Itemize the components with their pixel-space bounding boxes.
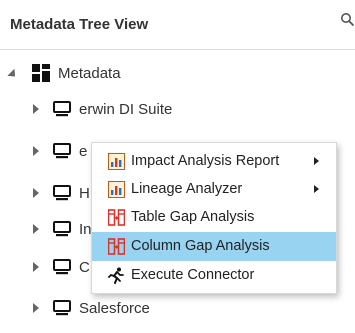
tree-node-label: Metadata xyxy=(58,64,121,82)
panel-header: Metadata Tree View xyxy=(0,0,355,50)
tree-node-label: Salesforce xyxy=(79,299,150,317)
menu-item-lineage-analyzer[interactable]: Lineage Analyzer xyxy=(92,175,336,204)
submenu-arrow-icon xyxy=(314,185,319,193)
tree-node-salesforce[interactable]: Salesforce xyxy=(33,294,150,322)
tree-node-label: C xyxy=(79,258,90,276)
collapse-caret-icon[interactable] xyxy=(33,303,39,313)
tree-node-c[interactable]: C xyxy=(33,253,90,281)
panel-title: Metadata Tree View xyxy=(10,16,149,33)
monitor-icon xyxy=(53,185,71,201)
menu-item-execute-connector[interactable]: Execute Connector xyxy=(92,261,336,290)
tree-node-h[interactable]: H xyxy=(33,179,90,207)
monitor-icon xyxy=(53,101,71,117)
collapse-caret-icon[interactable] xyxy=(33,188,39,198)
context-menu: Impact Analysis Report Lineage Analyzer … xyxy=(91,142,337,294)
menu-item-label: Lineage Analyzer xyxy=(131,181,243,197)
menu-item-label: Column Gap Analysis xyxy=(131,238,270,254)
grid-icon xyxy=(32,64,50,82)
gap-analysis-icon xyxy=(108,238,125,255)
menu-item-table-gap-analysis[interactable]: Table Gap Analysis xyxy=(92,203,336,232)
report-icon xyxy=(108,153,125,170)
monitor-icon xyxy=(53,221,71,237)
collapse-caret-icon[interactable] xyxy=(33,262,39,272)
collapse-caret-icon[interactable] xyxy=(33,224,39,234)
tree-node-label: e xyxy=(79,142,88,160)
header-divider xyxy=(0,49,355,50)
menu-item-label: Impact Analysis Report xyxy=(131,153,280,169)
run-icon xyxy=(108,267,124,284)
tree-node-erwin-di-suite[interactable]: erwin DI Suite xyxy=(33,95,172,123)
expand-caret-icon[interactable] xyxy=(7,68,19,81)
gap-analysis-icon xyxy=(108,209,125,226)
monitor-icon xyxy=(53,143,71,159)
menu-item-label: Execute Connector xyxy=(131,267,255,283)
menu-item-column-gap-analysis[interactable]: Column Gap Analysis xyxy=(92,232,336,261)
tree-node-metadata[interactable]: Metadata xyxy=(7,59,121,87)
collapse-caret-icon[interactable] xyxy=(33,104,39,114)
tree-node-e[interactable]: e xyxy=(33,137,87,165)
monitor-icon xyxy=(53,300,71,316)
monitor-icon xyxy=(53,259,71,275)
tree-node-in[interactable]: In xyxy=(33,215,92,243)
menu-item-label: Table Gap Analysis xyxy=(131,209,255,225)
tree-node-label: In xyxy=(79,220,92,238)
submenu-arrow-icon xyxy=(314,157,319,165)
search-icon[interactable] xyxy=(340,12,355,27)
menu-item-impact-analysis-report[interactable]: Impact Analysis Report xyxy=(92,147,336,176)
tree-node-label: H xyxy=(79,184,90,202)
tree-node-label: erwin DI Suite xyxy=(79,100,173,118)
report-icon xyxy=(108,181,125,198)
collapse-caret-icon[interactable] xyxy=(33,146,39,156)
